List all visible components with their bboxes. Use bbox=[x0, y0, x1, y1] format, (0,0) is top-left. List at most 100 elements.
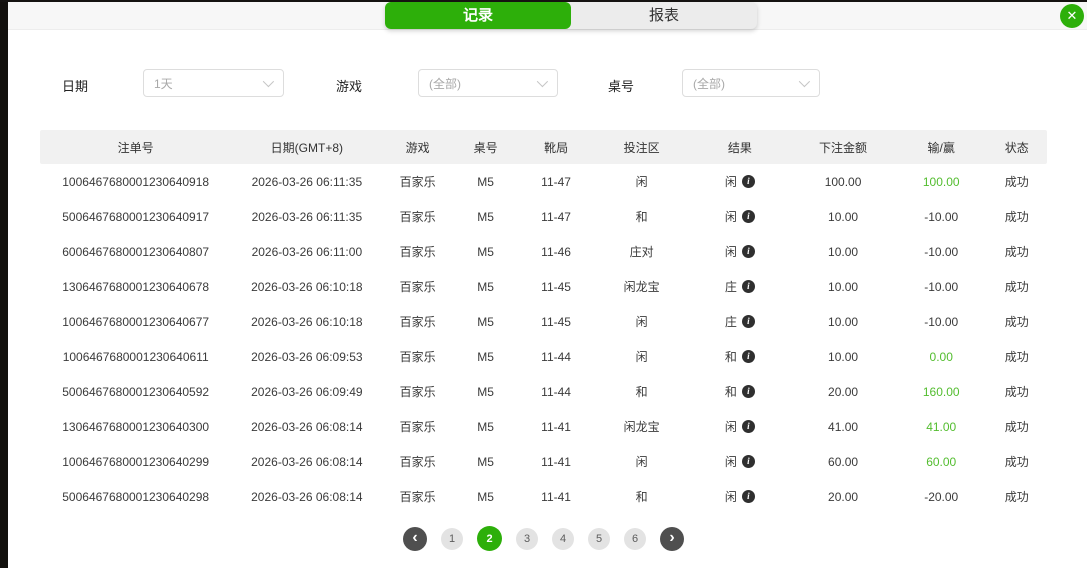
cell-amount: 10.00 bbox=[790, 350, 896, 364]
cell-result: 闲 i bbox=[689, 418, 790, 435]
result-text: 闲 bbox=[725, 453, 737, 470]
filter-game-select[interactable]: (全部) bbox=[418, 69, 558, 97]
cell-win-loss: 41.00 bbox=[896, 420, 987, 434]
header-game: 游戏 bbox=[382, 139, 452, 156]
page-top-edge bbox=[0, 0, 1087, 2]
info-icon[interactable]: i bbox=[742, 280, 755, 293]
result-text: 闲 bbox=[725, 208, 737, 225]
cell-result: 和 i bbox=[689, 383, 790, 400]
cell-win-loss: 100.00 bbox=[896, 175, 987, 189]
cell-date: 2026-03-26 06:11:35 bbox=[231, 210, 382, 224]
cell-bet-id: 5006467680001230640592 bbox=[40, 385, 231, 399]
cell-date: 2026-03-26 06:08:14 bbox=[231, 420, 382, 434]
chevron-down-icon bbox=[537, 76, 548, 87]
result-text: 庄 bbox=[725, 313, 737, 330]
cell-bet-area: 和 bbox=[594, 383, 690, 400]
info-icon[interactable]: i bbox=[742, 455, 755, 468]
cell-bet-area: 和 bbox=[594, 488, 690, 505]
result-text: 庄 bbox=[725, 278, 737, 295]
cell-date: 2026-03-26 06:11:00 bbox=[231, 245, 382, 259]
cell-status: 成功 bbox=[987, 348, 1047, 365]
info-icon[interactable]: i bbox=[742, 350, 755, 363]
filter-bar: 日期 1天 游戏 (全部) 桌号 (全部) bbox=[0, 68, 1087, 98]
result-text: 闲 bbox=[725, 488, 737, 505]
bet-records-table: 注单号 日期(GMT+8) 游戏 桌号 靴局 投注区 结果 下注金额 输/赢 状… bbox=[40, 130, 1047, 514]
cell-table-no: M5 bbox=[453, 245, 518, 259]
cell-win-loss: -20.00 bbox=[896, 490, 987, 504]
result-text: 和 bbox=[725, 348, 737, 365]
cell-shoe: 11-47 bbox=[518, 175, 594, 189]
cell-shoe: 11-45 bbox=[518, 280, 594, 294]
cell-amount: 10.00 bbox=[790, 210, 896, 224]
cell-table-no: M5 bbox=[453, 350, 518, 364]
filter-table-label: 桌号 bbox=[608, 76, 634, 95]
cell-date: 2026-03-26 06:10:18 bbox=[231, 280, 382, 294]
table-row: 1006467680001230640677 2026-03-26 06:10:… bbox=[40, 304, 1047, 339]
info-icon[interactable]: i bbox=[742, 210, 755, 223]
pagination-next[interactable]: › bbox=[660, 527, 684, 551]
cell-status: 成功 bbox=[987, 418, 1047, 435]
table-row: 1306467680001230640678 2026-03-26 06:10:… bbox=[40, 269, 1047, 304]
cell-amount: 10.00 bbox=[790, 245, 896, 259]
info-icon[interactable]: i bbox=[742, 245, 755, 258]
close-button[interactable]: ✕ bbox=[1060, 4, 1084, 28]
info-icon[interactable]: i bbox=[742, 315, 755, 328]
cell-amount: 10.00 bbox=[790, 280, 896, 294]
cell-game: 百家乐 bbox=[382, 313, 452, 330]
pagination-page-2[interactable]: 2 bbox=[477, 526, 502, 551]
cell-shoe: 11-41 bbox=[518, 455, 594, 469]
cell-shoe: 11-41 bbox=[518, 490, 594, 504]
info-icon[interactable]: i bbox=[742, 490, 755, 503]
cell-result: 庄 i bbox=[689, 313, 790, 330]
cell-result: 庄 i bbox=[689, 278, 790, 295]
table-row: 5006467680001230640917 2026-03-26 06:11:… bbox=[40, 199, 1047, 234]
cell-status: 成功 bbox=[987, 383, 1047, 400]
filter-table-value: (全部) bbox=[693, 75, 725, 92]
filter-date-label: 日期 bbox=[62, 76, 88, 95]
table-row: 5006467680001230640298 2026-03-26 06:08:… bbox=[40, 479, 1047, 514]
pagination-page-4[interactable]: 4 bbox=[552, 528, 574, 550]
header-table-no: 桌号 bbox=[453, 139, 518, 156]
pagination-page-5[interactable]: 5 bbox=[588, 528, 610, 550]
cell-amount: 41.00 bbox=[790, 420, 896, 434]
cell-game: 百家乐 bbox=[382, 348, 452, 365]
cell-bet-id: 1006467680001230640677 bbox=[40, 315, 231, 329]
cell-amount: 100.00 bbox=[790, 175, 896, 189]
pagination-page-1[interactable]: 1 bbox=[441, 528, 463, 550]
cell-game: 百家乐 bbox=[382, 383, 452, 400]
cell-amount: 60.00 bbox=[790, 455, 896, 469]
table-row: 1006467680001230640611 2026-03-26 06:09:… bbox=[40, 339, 1047, 374]
chevron-down-icon bbox=[799, 76, 810, 87]
info-icon[interactable]: i bbox=[742, 385, 755, 398]
info-icon[interactable]: i bbox=[742, 420, 755, 433]
cell-game: 百家乐 bbox=[382, 453, 452, 470]
pagination-page-3[interactable]: 3 bbox=[516, 528, 538, 550]
tab-reports[interactable]: 报表 bbox=[571, 2, 757, 29]
cell-win-loss: -10.00 bbox=[896, 280, 987, 294]
result-text: 闲 bbox=[725, 418, 737, 435]
cell-bet-area: 庄对 bbox=[594, 243, 690, 260]
tab-records[interactable]: 记录 bbox=[385, 2, 571, 29]
filter-date-select[interactable]: 1天 bbox=[143, 69, 284, 97]
header-amount: 下注金额 bbox=[790, 139, 896, 156]
pagination-prev[interactable]: ‹ bbox=[403, 527, 427, 551]
cell-bet-id: 1006467680001230640611 bbox=[40, 350, 231, 364]
result-text: 和 bbox=[725, 383, 737, 400]
header-win-loss: 输/赢 bbox=[896, 139, 987, 156]
info-icon[interactable]: i bbox=[742, 175, 755, 188]
cell-shoe: 11-46 bbox=[518, 245, 594, 259]
cell-table-no: M5 bbox=[453, 385, 518, 399]
cell-shoe: 11-44 bbox=[518, 385, 594, 399]
cell-date: 2026-03-26 06:09:53 bbox=[231, 350, 382, 364]
cell-result: 闲 i bbox=[689, 488, 790, 505]
table-body: 1006467680001230640918 2026-03-26 06:11:… bbox=[40, 164, 1047, 514]
cell-bet-area: 闲 bbox=[594, 173, 690, 190]
cell-date: 2026-03-26 06:10:18 bbox=[231, 315, 382, 329]
cell-game: 百家乐 bbox=[382, 418, 452, 435]
filter-table-select[interactable]: (全部) bbox=[682, 69, 820, 97]
cell-status: 成功 bbox=[987, 488, 1047, 505]
cell-win-loss: 0.00 bbox=[896, 350, 987, 364]
cell-shoe: 11-45 bbox=[518, 315, 594, 329]
cell-bet-area: 和 bbox=[594, 208, 690, 225]
pagination-page-6[interactable]: 6 bbox=[624, 528, 646, 550]
